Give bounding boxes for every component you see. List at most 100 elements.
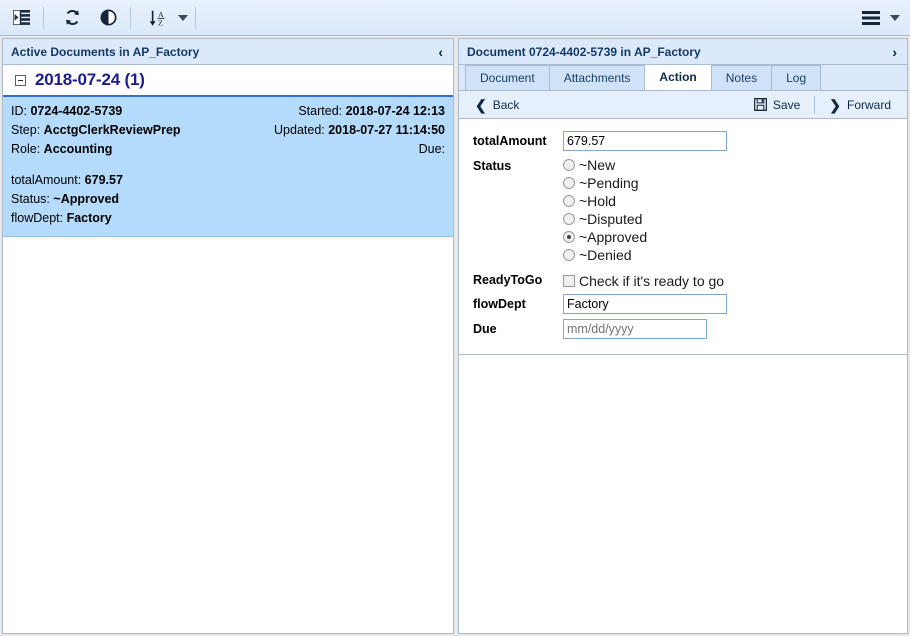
- doc-field-total-amount-value: 679.57: [85, 173, 123, 187]
- radio-hold-icon[interactable]: [563, 195, 575, 207]
- status-option-new[interactable]: ~New: [563, 156, 647, 174]
- back-button-label: Back: [493, 98, 520, 112]
- status-label: Status: [473, 156, 563, 173]
- doc-step-value: AcctgClerkReviewPrep: [44, 123, 181, 137]
- active-documents-panel: Active Documents in AP_Factory ‹ 2018-07…: [2, 38, 454, 634]
- radio-disputed-icon[interactable]: [563, 213, 575, 225]
- status-option-approved-label: ~Approved: [579, 228, 647, 246]
- doc-field-status: Status: ~Approved: [11, 190, 445, 209]
- field-flowdept: flowDept: [473, 294, 907, 314]
- flowdept-input[interactable]: [563, 294, 727, 314]
- field-ready-to-go: ReadyToGo Check if it's ready to go: [473, 270, 907, 289]
- status-option-disputed[interactable]: ~Disputed: [563, 210, 647, 228]
- doc-field-flowdept: flowDept: Factory: [11, 209, 445, 228]
- sort-az-icon: A Z: [149, 8, 169, 28]
- chevron-left-icon: ❮: [475, 98, 487, 112]
- doc-started-label: Started:: [298, 104, 342, 118]
- toolbar-separator-2: [130, 7, 131, 29]
- toolbar-separator-3: [195, 7, 196, 29]
- refresh-icon: [64, 9, 81, 26]
- save-floppy-icon: [754, 98, 767, 111]
- radio-pending-icon[interactable]: [563, 177, 575, 189]
- doc-started: Started: 2018-07-24 12:13: [298, 102, 445, 121]
- doc-role-label: Role:: [11, 142, 40, 156]
- doc-started-value: 2018-07-24 12:13: [346, 104, 445, 118]
- status-option-new-label: ~New: [579, 156, 615, 174]
- action-form: totalAmount Status ~New ~Pending ~Hold: [459, 119, 907, 355]
- doc-field-flowdept-value: Factory: [67, 211, 112, 225]
- total-amount-input[interactable]: [563, 131, 727, 151]
- ready-to-go-label: ReadyToGo: [473, 270, 563, 287]
- toggle-list-icon: [13, 10, 30, 25]
- status-option-denied[interactable]: ~Denied: [563, 246, 647, 264]
- status-option-denied-label: ~Denied: [579, 246, 632, 264]
- status-option-disputed-label: ~Disputed: [579, 210, 642, 228]
- save-button[interactable]: Save: [748, 94, 806, 116]
- due-date-input[interactable]: [563, 319, 707, 339]
- right-panel-header: Document 0724-4402-5739 in AP_Factory ›: [459, 39, 907, 65]
- sort-az-button[interactable]: A Z: [144, 4, 174, 32]
- doc-id-label: ID:: [11, 104, 27, 118]
- radio-denied-icon[interactable]: [563, 249, 575, 261]
- status-option-approved[interactable]: ~Approved: [563, 228, 647, 246]
- field-due: Due: [473, 319, 907, 339]
- toggle-list-button[interactable]: [6, 4, 36, 32]
- main-menu-button[interactable]: [856, 4, 886, 32]
- doc-updated-value: 2018-07-27 11:14:50: [328, 123, 445, 137]
- document-detail-panel: Document 0724-4402-5739 in AP_Factory › …: [458, 38, 908, 634]
- save-button-label: Save: [773, 98, 800, 112]
- toolbar-separator-1: [43, 7, 44, 29]
- doc-field-total-amount-label: totalAmount:: [11, 173, 81, 187]
- menu-dropdown-caret-icon[interactable]: [890, 15, 900, 21]
- doc-role-value: Accounting: [44, 142, 113, 156]
- svg-text:Z: Z: [158, 18, 163, 27]
- status-option-hold[interactable]: ~Hold: [563, 192, 647, 210]
- status-option-pending[interactable]: ~Pending: [563, 174, 647, 192]
- document-list-item[interactable]: ID: 0724-4402-5739 Started: 2018-07-24 1…: [3, 97, 453, 237]
- status-option-pending-label: ~Pending: [579, 174, 639, 192]
- due-label: Due: [473, 319, 563, 336]
- doc-id-value: 0724-4402-5739: [30, 104, 122, 118]
- flowdept-label: flowDept: [473, 294, 563, 311]
- action-toolbar-separator: [814, 96, 815, 114]
- ready-to-go-checkbox-label: Check if it's ready to go: [579, 273, 724, 289]
- back-button[interactable]: ❮ Back: [469, 94, 525, 116]
- status-radio-group: ~New ~Pending ~Hold ~Disputed ~Approved: [563, 156, 647, 264]
- doc-due-label: Due:: [419, 142, 445, 156]
- tab-log[interactable]: Log: [771, 65, 821, 90]
- doc-updated-label: Updated:: [274, 123, 325, 137]
- tab-document[interactable]: Document: [465, 65, 550, 90]
- tab-action[interactable]: Action: [644, 64, 711, 90]
- expand-right-panel-icon[interactable]: ›: [890, 45, 899, 59]
- collapse-group-icon[interactable]: [15, 75, 26, 86]
- left-panel-title: Active Documents in AP_Factory: [11, 45, 436, 59]
- doc-updated: Updated: 2018-07-27 11:14:50: [274, 121, 445, 140]
- tab-attachments[interactable]: Attachments: [549, 65, 646, 90]
- field-total-amount: totalAmount: [473, 131, 907, 151]
- left-panel-header: Active Documents in AP_Factory ‹: [3, 39, 453, 65]
- radio-new-icon[interactable]: [563, 159, 575, 171]
- doc-step: Step: AcctgClerkReviewPrep: [11, 121, 181, 140]
- doc-field-status-value: ~Approved: [53, 192, 119, 206]
- refresh-button[interactable]: [57, 4, 87, 32]
- status-option-hold-label: ~Hold: [579, 192, 616, 210]
- sort-dropdown-caret-icon[interactable]: [178, 15, 188, 21]
- forward-button-label: Forward: [847, 98, 891, 112]
- collapse-left-panel-icon[interactable]: ‹: [436, 45, 445, 59]
- right-panel-title: Document 0724-4402-5739 in AP_Factory: [467, 45, 890, 59]
- document-group-row[interactable]: 2018-07-24 (1): [3, 65, 453, 97]
- form-empty-area: [459, 355, 907, 633]
- chevron-right-icon: ❯: [829, 98, 841, 112]
- ready-to-go-checkbox-row[interactable]: Check if it's ready to go: [563, 270, 724, 289]
- doc-field-total-amount: totalAmount: 679.57: [11, 171, 445, 190]
- total-amount-label: totalAmount: [473, 131, 563, 148]
- tab-notes[interactable]: Notes: [711, 65, 772, 90]
- document-tabs: Document Attachments Action Notes Log: [459, 65, 907, 91]
- forward-button[interactable]: ❯ Forward: [823, 94, 897, 116]
- checkbox-ready-icon[interactable]: [563, 275, 575, 287]
- contrast-toggle-button[interactable]: [93, 4, 123, 32]
- doc-due: Due:: [419, 140, 445, 159]
- radio-approved-icon[interactable]: [563, 231, 575, 243]
- doc-role: Role: Accounting: [11, 140, 112, 159]
- contrast-icon: [100, 9, 117, 26]
